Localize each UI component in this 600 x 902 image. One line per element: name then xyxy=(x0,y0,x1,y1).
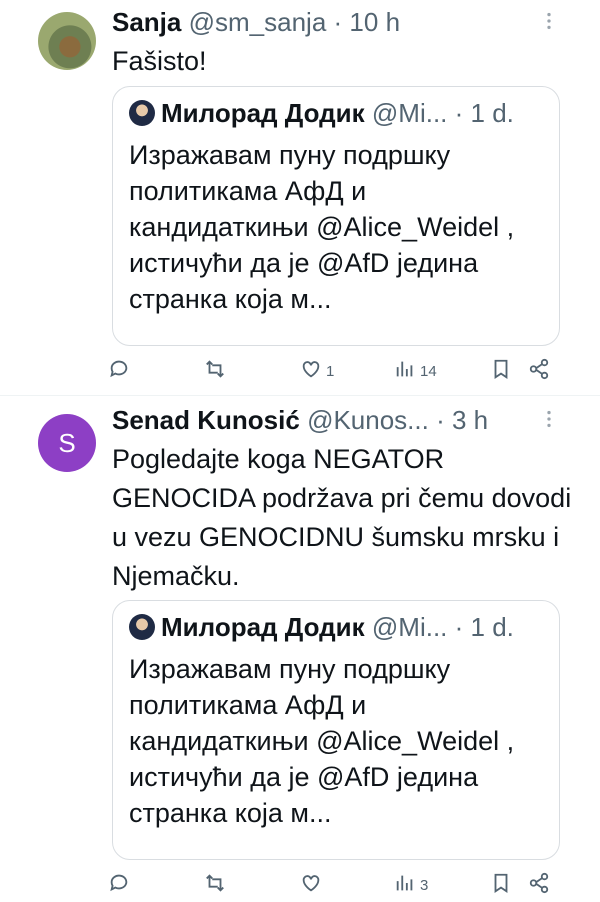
like-icon xyxy=(300,872,322,898)
separator: · xyxy=(333,7,343,37)
tweet-header: Senad Kunosić @Kunos... · 3 h xyxy=(112,404,488,436)
avatar-letter: S xyxy=(58,427,76,458)
action-bar: 1 14 xyxy=(108,358,558,388)
bookmark-button[interactable] xyxy=(490,358,512,384)
quote-timestamp: 1 d. xyxy=(470,612,514,642)
retweet-button[interactable] xyxy=(204,872,230,898)
views-button[interactable]: 14 xyxy=(394,358,437,384)
quote-timestamp: 1 d. xyxy=(470,98,514,128)
share-button[interactable] xyxy=(528,358,550,384)
like-count: 1 xyxy=(326,362,335,380)
like-button[interactable]: 1 xyxy=(300,358,334,384)
views-count: 3 xyxy=(420,876,429,894)
quote-text: Изражавам пуну подршку политикама АфД и … xyxy=(129,140,515,314)
timestamp[interactable]: 10 h xyxy=(349,7,400,37)
tweet-text: Pogledajte koga NEGATOR GENOCIDA podržav… xyxy=(112,444,572,591)
more-icon[interactable] xyxy=(538,10,560,38)
reply-button[interactable] xyxy=(108,358,134,384)
separator: · xyxy=(454,98,464,128)
quote-author-handle: @Mi... xyxy=(371,98,448,128)
retweet-icon xyxy=(204,358,226,384)
quote-avatar xyxy=(129,100,155,126)
bookmark-icon xyxy=(490,872,512,898)
avatar[interactable] xyxy=(38,12,96,70)
avatar[interactable]: S xyxy=(38,414,96,472)
author-handle[interactable]: @Kunos... xyxy=(307,405,429,435)
quote-header: Милорад Додик @Mi... · 1 d. xyxy=(129,97,514,129)
quote-text: Изражавам пуну подршку политикама АфД и … xyxy=(129,654,515,828)
retweet-button[interactable] xyxy=(204,358,230,384)
like-icon xyxy=(300,358,322,384)
share-button[interactable] xyxy=(528,872,550,898)
tweet-header: Sanja @sm_sanja · 10 h xyxy=(112,6,400,38)
tweet-text: Fašisto! xyxy=(112,46,207,76)
reply-button[interactable] xyxy=(108,872,134,898)
author-name[interactable]: Sanja xyxy=(112,7,181,37)
bookmark-icon xyxy=(490,358,512,384)
like-button[interactable] xyxy=(300,872,326,898)
timestamp[interactable]: 3 h xyxy=(452,405,488,435)
quoted-tweet[interactable]: Милорад Додик @Mi... · 1 d. Изражавам пу… xyxy=(112,86,560,346)
quote-author-handle: @Mi... xyxy=(371,612,448,642)
views-button[interactable]: 3 xyxy=(394,872,428,898)
share-icon xyxy=(528,358,550,384)
views-icon xyxy=(394,358,416,384)
quote-author-name: Милорад Додик xyxy=(161,98,365,128)
retweet-icon xyxy=(204,872,226,898)
quote-avatar xyxy=(129,614,155,640)
bookmark-button[interactable] xyxy=(490,872,512,898)
action-bar: 3 xyxy=(108,872,558,902)
quoted-tweet[interactable]: Милорад Додик @Mi... · 1 d. Изражавам пу… xyxy=(112,600,560,860)
author-handle[interactable]: @sm_sanja xyxy=(189,7,327,37)
views-icon xyxy=(394,872,416,898)
quote-header: Милорад Додик @Mi... · 1 d. xyxy=(129,611,514,643)
tweet[interactable]: S Senad Kunosić @Kunos... · 3 h Pogledaj… xyxy=(0,396,600,900)
author-name[interactable]: Senad Kunosić xyxy=(112,405,300,435)
reply-icon xyxy=(108,872,130,898)
quote-author-name: Милорад Додик xyxy=(161,612,365,642)
reply-icon xyxy=(108,358,130,384)
share-icon xyxy=(528,872,550,898)
tweet[interactable]: Sanja @sm_sanja · 10 h Fašisto! Милорад … xyxy=(0,0,600,395)
separator: · xyxy=(454,612,464,642)
separator: · xyxy=(436,405,445,435)
more-icon[interactable] xyxy=(538,408,560,436)
views-count: 14 xyxy=(420,362,437,380)
